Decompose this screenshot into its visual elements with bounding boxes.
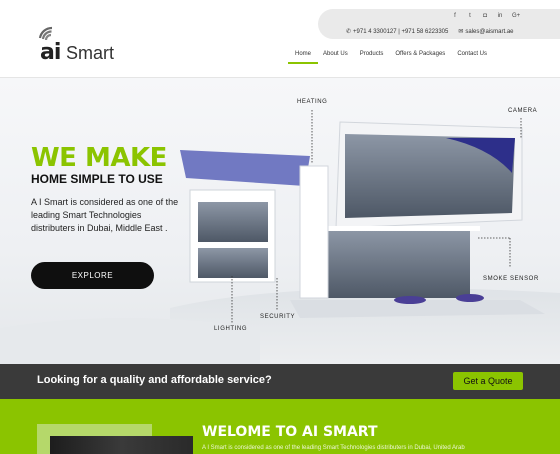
nav-home[interactable]: Home <box>287 51 319 64</box>
hero-section: WE MAKE HOME SIMPLE TO USE A I Smart is … <box>0 78 560 364</box>
email-text: sales@aismart.ae <box>465 29 514 35</box>
quote-banner-text: Looking for a quality and affordable ser… <box>37 374 272 386</box>
welcome-title: WELOME TO AI SMART <box>202 424 378 440</box>
logo-ai-text: ai <box>40 40 61 65</box>
site-logo[interactable]: ai Smart <box>38 26 118 66</box>
quote-banner: Looking for a quality and affordable ser… <box>0 364 560 399</box>
get-quote-button[interactable]: Get a Quote <box>453 372 523 390</box>
contact-topbar: f t ◘ in G+ ✆ +971 4 3300127 | +971 58 62… <box>318 9 560 39</box>
welcome-text: A I Smart is considered as one of the le… <box>202 445 465 451</box>
nav-offers-packages[interactable]: Offers & Packages <box>389 51 451 57</box>
welcome-image <box>50 436 193 454</box>
explore-button[interactable]: EXPLORE <box>31 262 154 289</box>
google-plus-icon[interactable]: G+ <box>512 13 520 19</box>
linkedin-icon[interactable]: in <box>497 13 503 19</box>
phone-icon: ✆ <box>346 29 352 35</box>
welcome-section: WELOME TO AI SMART A I Smart is consider… <box>0 399 560 454</box>
hero-subtitle: HOME SIMPLE TO USE <box>31 172 163 186</box>
heating-label: HEATING <box>297 99 328 105</box>
logo-smart-text: Smart <box>66 43 115 63</box>
hero-description: A I Smart is considered as one of the le… <box>31 197 179 233</box>
nav-about-us[interactable]: About Us <box>317 51 354 57</box>
nav-contact-us[interactable]: Contact Us <box>451 51 493 57</box>
nav-products[interactable]: Products <box>354 51 390 57</box>
facebook-icon[interactable]: f <box>452 13 458 19</box>
security-label: SECURITY <box>260 314 296 320</box>
main-nav: Home About Us Products Offers & Packages… <box>287 51 493 64</box>
mail-icon: ✉ <box>458 29 464 35</box>
site-header: ai Smart f t ◘ in G+ ✆ +971 4 3300127 | +… <box>0 0 560 78</box>
social-links: f t ◘ in G+ <box>452 13 520 19</box>
contact-info: ✆ +971 4 3300127 | +971 58 6223305 ✉ sales… <box>346 28 514 35</box>
phone-info[interactable]: ✆ +971 4 3300127 | +971 58 6223305 <box>346 28 448 35</box>
twitter-icon[interactable]: t <box>467 13 473 19</box>
phone-text: +971 4 3300127 | +971 58 6223305 <box>353 29 449 35</box>
camera-label: CAMERA <box>508 108 538 114</box>
hero-title: WE MAKE <box>31 143 167 173</box>
instagram-icon[interactable]: ◘ <box>482 13 488 19</box>
email-info[interactable]: ✉ sales@aismart.ae <box>458 28 513 35</box>
smoke-sensor-label: SMOKE SENSOR <box>483 276 539 282</box>
page: ai Smart f t ◘ in G+ ✆ +971 4 3300127 | +… <box>0 0 560 454</box>
lighting-label: LIGHTING <box>214 326 248 332</box>
